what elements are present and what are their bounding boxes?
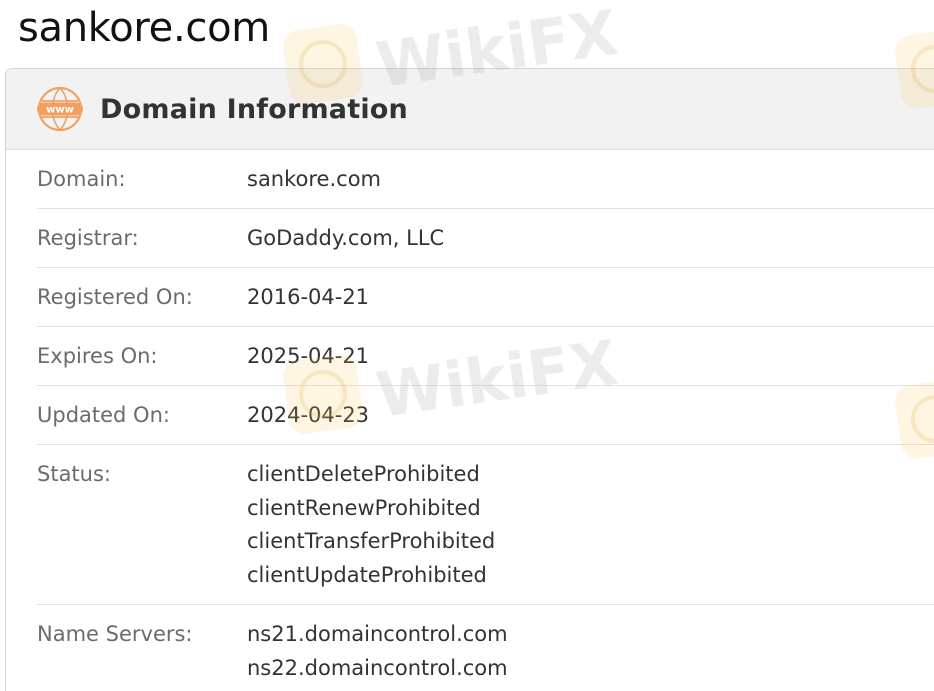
row-value: GoDaddy.com, LLC bbox=[247, 222, 444, 267]
row-registered-on: Registered On: 2016-04-21 bbox=[37, 268, 934, 327]
row-label: Registered On: bbox=[37, 285, 193, 309]
card-header: www Domain Information bbox=[6, 69, 934, 150]
page: sankore.com www Domain Information Domai… bbox=[0, 0, 934, 691]
card-title: Domain Information bbox=[100, 93, 408, 125]
row-value: clientDeleteProhibited clientRenewProhib… bbox=[247, 458, 495, 604]
row-label: Name Servers: bbox=[37, 622, 193, 646]
name-server-value: ns22.domaincontrol.com bbox=[247, 655, 508, 680]
updated-on-value: 2024-04-23 bbox=[247, 403, 370, 427]
row-registrar: Registrar: GoDaddy.com, LLC bbox=[37, 209, 934, 268]
row-name-servers: Name Servers: ns21.domaincontrol.com ns2… bbox=[37, 605, 934, 691]
row-label: Expires On: bbox=[37, 344, 158, 368]
row-value: 2024-04-23 bbox=[247, 399, 369, 444]
row-label: Registrar: bbox=[37, 226, 139, 250]
row-value: sankore.com bbox=[247, 163, 381, 208]
domain-value: sankore.com bbox=[247, 167, 381, 191]
svg-text:www: www bbox=[46, 105, 74, 116]
row-value: 2025-04-21 bbox=[247, 340, 369, 385]
row-expires-on: Expires On: 2025-04-21 bbox=[37, 327, 934, 386]
domain-info-card: www Domain Information Domain: sankore.c… bbox=[5, 68, 934, 691]
row-label: Updated On: bbox=[37, 403, 170, 427]
row-status: Status: clientDeleteProhibited clientRen… bbox=[37, 445, 934, 605]
registrar-value: GoDaddy.com, LLC bbox=[247, 226, 445, 250]
status-value: clientUpdateProhibited bbox=[247, 562, 487, 587]
row-value: 2016-04-21 bbox=[247, 281, 369, 326]
www-icon: www bbox=[37, 86, 83, 132]
page-title: sankore.com bbox=[18, 5, 270, 51]
row-value: ns21.domaincontrol.com ns22.domaincontro… bbox=[247, 618, 508, 691]
status-value: clientRenewProhibited bbox=[247, 495, 481, 520]
status-value: clientDeleteProhibited bbox=[247, 462, 480, 486]
status-value: clientTransferProhibited bbox=[247, 529, 496, 553]
registered-on-value: 2016-04-21 bbox=[247, 285, 370, 309]
row-label: Status: bbox=[37, 462, 111, 486]
row-updated-on: Updated On: 2024-04-23 bbox=[37, 386, 934, 445]
name-server-value: ns21.domaincontrol.com bbox=[247, 622, 508, 646]
expires-on-value: 2025-04-21 bbox=[247, 344, 370, 368]
info-rows: Domain: sankore.com Registrar: GoDaddy.c… bbox=[6, 150, 934, 691]
row-domain: Domain: sankore.com bbox=[37, 150, 934, 209]
row-label: Domain: bbox=[37, 167, 126, 191]
